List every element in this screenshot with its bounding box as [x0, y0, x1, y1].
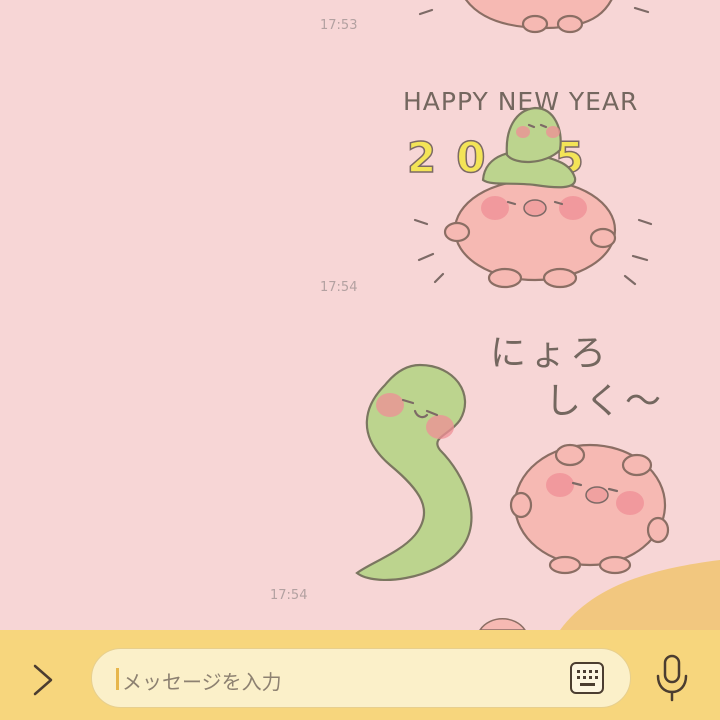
message-input[interactable]: メッセージを入力	[91, 648, 631, 708]
timestamp: 17:54	[270, 588, 308, 603]
keyboard-button[interactable]	[570, 662, 604, 694]
chevron-right-icon	[33, 664, 53, 696]
text-caret	[116, 668, 119, 690]
sticker-text-greeting-1: にょろ	[490, 333, 610, 374]
timestamp: 17:53	[320, 18, 358, 33]
message-input-placeholder: メッセージを入力	[122, 670, 282, 694]
sticker-text-greeting-2: しく〜	[545, 381, 665, 422]
microphone-icon	[656, 654, 688, 702]
sticker-happy-new-year[interactable]: HAPPY NEW YEAR 2025	[395, 70, 670, 295]
expand-button[interactable]	[22, 662, 64, 698]
mic-button[interactable]	[650, 652, 694, 704]
sticker-text-happy-new-year: HAPPY NEW YEAR	[403, 87, 638, 116]
sticker-pig-top[interactable]	[400, 0, 680, 40]
timestamp: 17:54	[320, 280, 358, 295]
message-input-bar: メッセージを入力	[0, 630, 720, 720]
sticker-partial-bottom[interactable]	[470, 550, 720, 630]
chat-area: 17:53 HAPPY NEW YEAR 2025 17:54 にょろ しく〜	[0, 0, 720, 630]
